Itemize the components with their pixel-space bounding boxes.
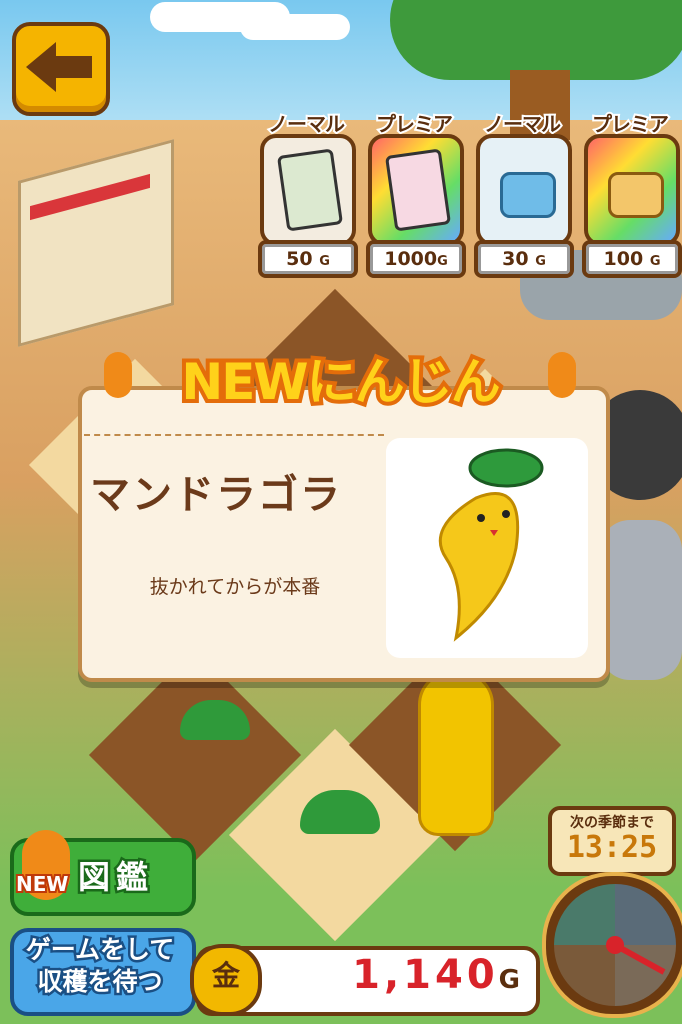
- gold-amount: 1,140G: [351, 951, 524, 1000]
- mandragora-character[interactable]: [418, 670, 494, 836]
- season-dial[interactable]: [542, 872, 682, 1018]
- popup-title: NEWにんじん: [177, 349, 504, 415]
- carrot-decoration-icon: [548, 352, 576, 398]
- back-button[interactable]: [12, 22, 110, 116]
- premium-seed-packet-icon: [368, 134, 464, 246]
- season-timer-value: 13:25: [566, 830, 658, 865]
- shop-item-label: ノーマル: [266, 110, 347, 138]
- shop-item-label: プレミア: [590, 110, 671, 138]
- carrot-decoration-icon: [104, 352, 132, 398]
- encyclopedia-label: 図鑑: [75, 856, 155, 899]
- shop-item-label: ノーマル: [482, 110, 563, 138]
- play-game-label: ゲームをして 収穫を待つ: [23, 933, 177, 999]
- tree-foliage: [390, 0, 682, 80]
- carrot-description: 抜かれてからが本番: [149, 576, 321, 598]
- shop-item-price: 50 G: [258, 240, 358, 278]
- seed-packet-icon: [260, 134, 356, 246]
- cloud: [240, 14, 350, 40]
- shop-item-label: プレミア: [374, 110, 455, 138]
- carrot-name: マンドラゴラ: [90, 472, 342, 518]
- premium-watering-can-icon: [584, 134, 680, 246]
- season-timer-label: 次の季節まで: [570, 815, 654, 831]
- shop-item-price: 100 G: [582, 240, 682, 278]
- mandragora-carrot-image: [386, 438, 588, 658]
- left-arrow-icon: [26, 42, 92, 92]
- shop-item-price: 30 G: [474, 240, 574, 278]
- shop-item-price: 1000G: [366, 240, 466, 278]
- new-badge: NEW: [14, 870, 71, 898]
- popup-divider: [84, 434, 384, 436]
- watering-can-icon: [476, 134, 572, 246]
- gold-coin-label: 金: [211, 959, 240, 992]
